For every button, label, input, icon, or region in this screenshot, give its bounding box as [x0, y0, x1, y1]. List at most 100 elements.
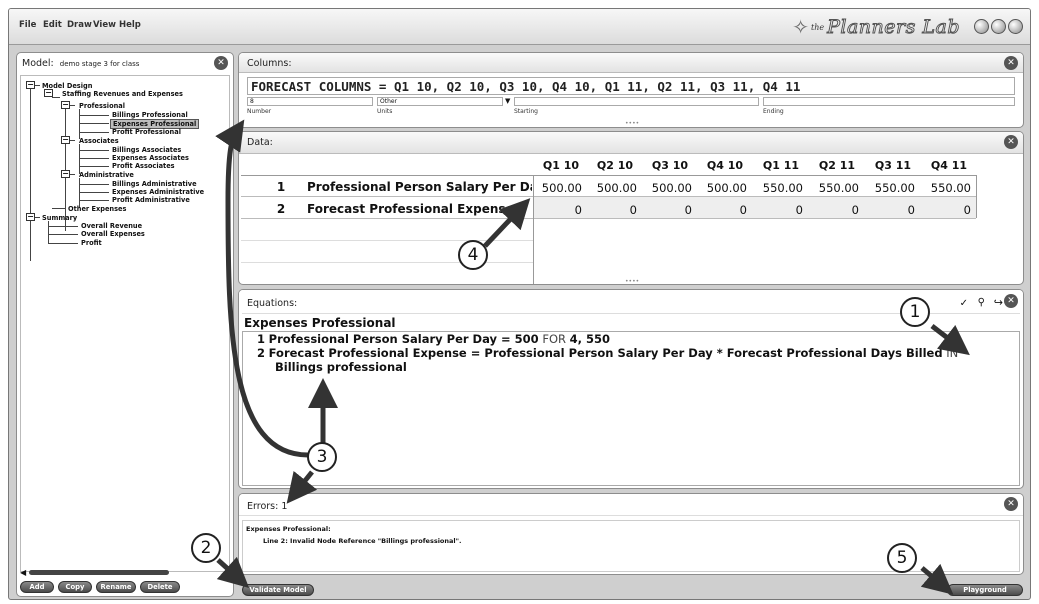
close-model-icon[interactable]: ✕ — [214, 56, 228, 70]
tree-node[interactable]: Billings Professional — [112, 111, 188, 119]
tree-node[interactable]: Billings Associates — [112, 146, 181, 154]
data-cell[interactable]: 550.00 — [917, 181, 975, 195]
data-cell[interactable]: 550.00 — [749, 181, 807, 195]
tree-node[interactable]: Profit Professional — [112, 128, 181, 136]
column-header: Q1 11 — [762, 159, 800, 172]
data-cell[interactable]: 500.00 — [583, 181, 641, 195]
brand-name: Planners Lab — [827, 16, 960, 39]
data-cell[interactable]: 550.00 — [861, 181, 919, 195]
data-cell[interactable]: 0 — [749, 203, 807, 217]
expression: Professional Person Salary Per Day * For… — [484, 346, 943, 360]
resize-grip[interactable]: •••• — [625, 278, 639, 284]
equation-line-1[interactable]: 1 Professional Person Salary Per Day = 5… — [257, 332, 610, 346]
line-number: 2 — [257, 346, 266, 360]
tree-node[interactable]: Overall Expenses — [81, 230, 145, 238]
data-cell[interactable]: 0 — [583, 203, 641, 217]
value: 500 — [514, 332, 539, 346]
menu-help[interactable]: Help — [119, 20, 141, 30]
scroll-left-icon[interactable]: ◀ — [20, 568, 26, 577]
delete-button[interactable]: Delete — [140, 581, 180, 593]
close-columns-icon[interactable]: ✕ — [1004, 56, 1018, 70]
data-cell[interactable]: 500.00 — [528, 181, 586, 195]
menu-file[interactable]: File — [19, 20, 36, 30]
model-title: Model: demo stage 3 for class — [22, 58, 139, 69]
tree-node[interactable]: Staffing Revenues and Expenses — [62, 90, 183, 98]
tree-node[interactable]: Model Design — [42, 82, 92, 90]
menu-view[interactable]: View — [93, 20, 116, 30]
collapse-icon[interactable]: − — [61, 170, 70, 178]
row-label[interactable]: Forecast Professional Expense — [307, 202, 532, 216]
data-cell[interactable]: 0 — [805, 203, 863, 217]
starting-label: Starting — [514, 108, 538, 115]
tree-node[interactable]: Expenses Administrative — [112, 188, 204, 196]
resize-grip[interactable]: •••• — [625, 120, 639, 127]
tree-node[interactable]: Professional — [79, 102, 125, 110]
tree-node[interactable]: Administrative — [79, 171, 134, 179]
menu-draw[interactable]: Draw — [67, 20, 92, 30]
error-node: Expenses Professional: — [246, 525, 331, 533]
add-button[interactable]: Add — [20, 581, 54, 593]
validate-model-button[interactable]: Validate Model — [242, 584, 314, 596]
data-cell[interactable]: 550.00 — [805, 181, 863, 195]
dropdown-arrow-icon[interactable]: ▼ — [505, 97, 510, 105]
equals-sign: = — [497, 332, 515, 346]
data-cell[interactable]: 0 — [638, 203, 696, 217]
collapse-icon[interactable]: − — [44, 89, 53, 97]
error-message[interactable]: Line 2: Invalid Node Reference "Billings… — [263, 537, 462, 545]
data-cell[interactable]: 0 — [861, 203, 919, 217]
playground-button[interactable]: Playground — [947, 584, 1023, 596]
tree-node[interactable]: Billings Administrative — [112, 180, 197, 188]
search-icon[interactable]: ⚲ — [978, 297, 985, 308]
maximize-window-button[interactable] — [991, 19, 1006, 34]
row-number: 1 — [276, 180, 286, 194]
tree-node[interactable]: Other Expenses — [68, 205, 126, 213]
menu-edit[interactable]: Edit — [43, 20, 62, 30]
row-label[interactable]: Professional Person Salary Per Day — [307, 180, 532, 194]
ending-field[interactable] — [763, 97, 1015, 106]
data-cell[interactable]: 0 — [917, 203, 975, 217]
data-cell[interactable]: 0 — [528, 203, 586, 217]
columns-formula-field[interactable]: FORECAST COLUMNS = Q1 10, Q2 10, Q3 10, … — [247, 77, 1015, 95]
tree-node[interactable]: Profit Administrative — [112, 196, 190, 204]
collapse-icon[interactable]: − — [61, 136, 70, 144]
tree-node[interactable]: Associates — [79, 137, 119, 145]
close-window-button[interactable] — [1008, 19, 1023, 34]
callout-2: 2 — [191, 533, 221, 563]
close-equations-icon[interactable]: ✕ — [1004, 294, 1018, 308]
column-header: Q3 10 — [651, 159, 689, 172]
number-field[interactable]: 8 — [247, 97, 373, 106]
data-cell[interactable]: 500.00 — [638, 181, 696, 195]
starting-field[interactable] — [514, 97, 759, 106]
data-cell[interactable]: 500.00 — [693, 181, 751, 195]
units-select[interactable]: Other — [377, 97, 503, 106]
tree-node[interactable]: Expenses Associates — [112, 154, 189, 162]
tree-node[interactable]: Profit Associates — [112, 162, 175, 170]
errors-title: Errors: 1 — [247, 501, 287, 512]
columns-panel: Columns: ✕ FORECAST COLUMNS = Q1 10, Q2 … — [238, 52, 1024, 128]
tree-node[interactable]: Profit — [81, 239, 102, 247]
callout-1: 1 — [900, 297, 930, 327]
equals-sign: = — [466, 346, 485, 360]
equation-line-2[interactable]: 2 Forecast Professional Expense = Profes… — [257, 346, 958, 360]
data-title: Data: — [247, 137, 273, 148]
validate-check-icon[interactable]: ✓ — [960, 298, 968, 309]
collapse-icon[interactable]: − — [61, 101, 70, 109]
data-header: Data: ✕ — [239, 132, 1023, 154]
find-replace-icon[interactable]: ↪ — [994, 296, 1003, 309]
tree-node[interactable]: Summary — [42, 214, 77, 222]
line-number: 1 — [257, 332, 266, 346]
row-number: 2 — [276, 202, 286, 216]
data-cell[interactable]: 0 — [693, 203, 751, 217]
close-data-icon[interactable]: ✕ — [1004, 135, 1018, 149]
column-header: Q2 10 — [596, 159, 634, 172]
bird-logo-icon: ✧ — [792, 15, 809, 39]
collapse-icon[interactable]: − — [26, 81, 35, 89]
close-errors-icon[interactable]: ✕ — [1004, 497, 1018, 511]
rename-button[interactable]: Rename — [96, 581, 136, 593]
copy-button[interactable]: Copy — [58, 581, 92, 593]
tree-node[interactable]: Overall Revenue — [81, 222, 142, 230]
callout-3: 3 — [307, 442, 337, 472]
collapse-icon[interactable]: − — [26, 213, 35, 221]
horizontal-scrollbar[interactable] — [29, 570, 169, 575]
minimize-window-button[interactable] — [974, 19, 989, 34]
